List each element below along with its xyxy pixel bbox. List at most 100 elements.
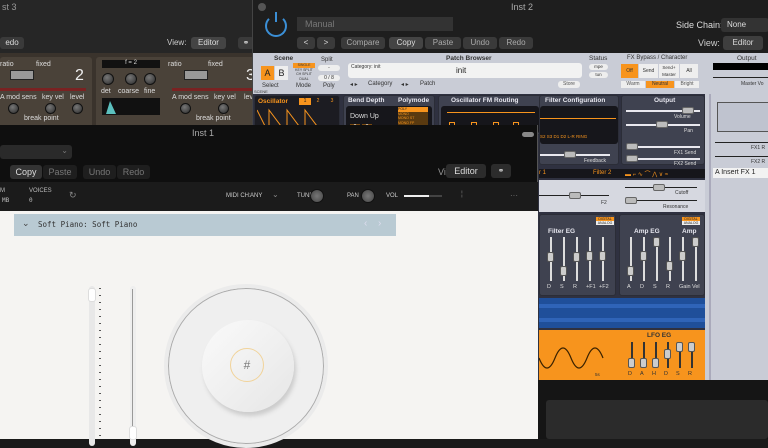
filter_eg-fader-thumb[interactable] — [573, 252, 580, 263]
inst1-link-icon[interactable]: ⚭ — [491, 164, 511, 178]
op2-keyvel-knob[interactable] — [218, 103, 229, 114]
patch-arrows[interactable]: ◂ ▸ — [401, 81, 409, 88]
power-icon[interactable] — [265, 12, 287, 37]
copy-button[interactable]: Copy — [389, 37, 423, 49]
scene-mode-list[interactable]: SINGLE KEY SPLIT CH SPLIT DUAL — [293, 63, 315, 81]
op2-amod-knob[interactable] — [180, 103, 191, 114]
feedback-thumb[interactable] — [564, 151, 576, 158]
insert-fx-field[interactable]: A Insert FX 1 — [713, 168, 768, 178]
dial-inner[interactable]: # — [202, 320, 294, 412]
filter-type-icons[interactable]: ▬ ⌐ ∿ ⌒ ⋀ ∨ ≈ — [625, 169, 668, 178]
more-options-icon[interactable]: ··· — [510, 191, 518, 200]
amp_eg-fader-thumb[interactable] — [627, 265, 634, 276]
op2-det-knob[interactable] — [102, 73, 114, 85]
inst1-paste-button[interactable]: Paste — [43, 165, 77, 179]
osc-tab-1[interactable]: 1 — [299, 98, 311, 105]
inst2-view-dropdown[interactable]: Editor — [723, 36, 763, 50]
next-preset-button[interactable]: > — [317, 37, 335, 49]
inst1-undo-button[interactable]: Undo — [83, 165, 116, 179]
fx2-send-thumb[interactable] — [626, 155, 638, 162]
scene-a-button[interactable]: A — [261, 66, 274, 80]
resonance-thumb[interactable] — [625, 197, 637, 204]
redo-button[interactable]: Redo — [499, 37, 533, 49]
character-neutral[interactable]: Neutral — [646, 81, 674, 88]
fx-routing-graph[interactable] — [717, 102, 768, 132]
lfo_eg-fader-thumb[interactable] — [676, 342, 683, 352]
pan-thumb[interactable] — [656, 121, 668, 128]
amp-eg-analog-badge[interactable]: ANALOG — [682, 221, 700, 225]
character-bright[interactable]: Bright — [675, 81, 699, 88]
tun-button[interactable]: tun — [589, 72, 608, 78]
inst1-zoom-button[interactable] — [522, 132, 534, 137]
lfo_eg-fader-thumb[interactable] — [628, 358, 635, 368]
master-volume-slider[interactable] — [713, 77, 768, 78]
lfo_eg-fader-thumb[interactable] — [652, 358, 659, 368]
filter-balance-thumb[interactable] — [569, 192, 581, 199]
lfo_eg-fader-thumb[interactable] — [664, 349, 671, 360]
volume-slider[interactable] — [404, 195, 442, 197]
side-chain-dropdown[interactable]: None — [721, 18, 768, 32]
lfo_eg-fader-thumb[interactable] — [688, 342, 695, 352]
preset-dropdown[interactable]: Manual — [297, 17, 453, 31]
cutoff-thumb[interactable] — [653, 184, 665, 191]
inst1-view-dropdown[interactable]: Editor — [446, 164, 486, 178]
store-button[interactable]: Store — [558, 81, 580, 88]
left-slider-thumb[interactable] — [88, 288, 96, 302]
preset-bar[interactable]: ⌄ Soft Piano: Soft Piano ‹ › — [14, 214, 396, 236]
split-field[interactable]: - — [318, 65, 340, 71]
right-slider-track[interactable] — [129, 286, 137, 446]
tune-knob[interactable] — [310, 189, 324, 203]
mode-dual[interactable]: DUAL — [293, 77, 315, 82]
fx-send-button[interactable]: Send — [639, 64, 658, 78]
mpe-button[interactable]: mpe — [589, 64, 608, 70]
volume-thumb[interactable] — [682, 107, 694, 114]
chevron-down-icon[interactable]: ⌄ — [272, 190, 279, 199]
lfo_eg-fader-thumb[interactable] — [640, 358, 647, 368]
fx-off-button[interactable]: Off — [621, 64, 638, 78]
op2-ratio-switch[interactable] — [184, 70, 208, 80]
inst1-copy-button[interactable]: Copy — [10, 165, 42, 179]
prev-preset-button[interactable]: < — [297, 37, 315, 49]
fx-send-master-button[interactable]: Send+ Master — [659, 64, 679, 78]
filter_eg-fader-thumb[interactable] — [560, 265, 567, 276]
amp_eg-fader-thumb[interactable] — [640, 250, 647, 261]
filter-eg-analog-badge[interactable]: ANALOG — [596, 221, 614, 225]
inst1-preset-dropdown[interactable]: ⌄ — [0, 145, 72, 159]
character-warm[interactable]: Warm — [621, 81, 645, 88]
pan-knob[interactable] — [361, 189, 375, 203]
fx-all-button[interactable]: All — [680, 64, 698, 78]
scene-b-button[interactable]: B — [275, 66, 288, 80]
filter_eg-fader-thumb[interactable] — [547, 252, 554, 263]
amp_eg-fader-thumb[interactable] — [692, 237, 699, 247]
amp_eg-fader-3[interactable] — [669, 237, 671, 281]
op1-amod-knob[interactable] — [8, 103, 19, 114]
op1-ratio-switch[interactable] — [10, 70, 34, 80]
category-arrows[interactable]: ◂ ▸ — [350, 81, 358, 88]
mode-ch-split[interactable]: CH SPLIT — [293, 72, 315, 77]
amp_eg-fader-thumb[interactable] — [666, 260, 673, 271]
op1-level-knob[interactable] — [72, 103, 83, 114]
filter_eg-fader-thumb[interactable] — [586, 250, 593, 261]
osc-tab-3[interactable]: 3 — [327, 98, 337, 105]
inst3-view-dropdown[interactable]: Editor — [191, 37, 226, 49]
filter_eg-fader-thumb[interactable] — [599, 250, 606, 261]
patch-name-field[interactable]: Category: init init — [348, 63, 582, 78]
midi-channel-dropdown[interactable]: ANY — [250, 193, 262, 199]
main-dial[interactable]: # — [164, 284, 328, 448]
undo-button[interactable]: Undo — [463, 37, 497, 49]
inst3-redo-button[interactable]: edo — [0, 37, 24, 49]
chevron-down-icon[interactable]: ⌄ — [22, 218, 30, 229]
inst2-close-button[interactable] — [258, 3, 266, 11]
amp_eg-fader-thumb[interactable] — [653, 237, 660, 247]
filter-1-label[interactable]: r 1 — [539, 170, 546, 176]
osc-tab-2[interactable]: 2 — [313, 98, 323, 105]
paste-button[interactable]: Paste — [425, 37, 461, 49]
inst1-redo-button[interactable]: Redo — [117, 165, 150, 179]
fx1-return-slider[interactable] — [715, 142, 768, 143]
right-slider-thumb[interactable] — [129, 426, 137, 440]
amp_eg-fader-thumb[interactable] — [679, 250, 686, 261]
filter-2-label[interactable]: Filter 2 — [593, 170, 611, 176]
next-preset-icon[interactable]: › — [378, 218, 381, 229]
refresh-icon[interactable]: ↻ — [69, 190, 77, 201]
op1-keyvel-knob[interactable] — [45, 103, 56, 114]
